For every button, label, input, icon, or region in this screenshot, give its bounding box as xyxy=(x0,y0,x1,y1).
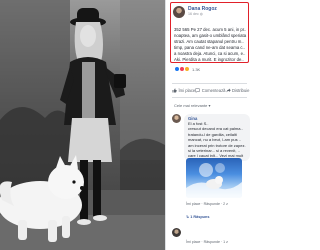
like-label: Îmi place xyxy=(178,88,196,93)
divider xyxy=(172,97,247,98)
post-time: 16 dec xyxy=(188,12,199,16)
post-action-bar: Îmi place Comentează Distribuie xyxy=(172,88,250,93)
comment: Gina El a fost S.. crescut decand era ca… xyxy=(172,114,250,161)
commenter-avatar[interactable] xyxy=(172,114,181,123)
post-timestamp[interactable]: 16 dec ◍ xyxy=(188,12,217,17)
comment-actions[interactable]: Îmi place · Răspunde · 1 z xyxy=(186,240,228,244)
post-photo[interactable] xyxy=(0,0,165,250)
comment-actions[interactable]: Îmi place · Răspunde · 2 z xyxy=(186,202,228,206)
commenter-avatar[interactable] xyxy=(172,228,181,237)
author-avatar[interactable] xyxy=(173,6,185,18)
photo-bw-woman-with-dog xyxy=(0,0,165,250)
image-thumbnail xyxy=(186,163,242,198)
comment xyxy=(172,228,181,237)
comment-text: El a fost S.. crescut decand era cat pal… xyxy=(188,121,246,159)
post-header: Dana Rogoz 16 dec ◍ xyxy=(173,6,217,18)
comment-image-attachment[interactable] xyxy=(186,158,242,198)
share-icon xyxy=(225,88,231,93)
comment-label: Comentează xyxy=(201,88,226,93)
comment-bubble: Gina El a fost S.. crescut decand era ca… xyxy=(184,114,250,161)
sad-reaction-icon xyxy=(184,66,190,72)
thumbs-up-icon xyxy=(172,88,177,93)
divider xyxy=(172,83,247,84)
comments-sort-dropdown[interactable]: Cele mai relevante ▾ xyxy=(174,103,210,108)
post-text-line: Aki. Pierdita a murit. E ingrozitor de.. xyxy=(174,57,244,62)
comment-button[interactable]: Comentează xyxy=(195,88,226,93)
facebook-post: Dana Rogoz 16 dec ◍ 352 565 Pe 27 dec. a… xyxy=(165,0,250,250)
reactions-summary[interactable]: 1.3K xyxy=(174,66,200,72)
share-button[interactable]: Distribuie xyxy=(225,88,250,93)
globe-icon: ◍ xyxy=(199,12,203,16)
view-replies-link[interactable]: ↳ 1 Răspuns xyxy=(186,214,209,219)
comment-icon xyxy=(195,88,201,93)
comment-text-line: mancat, nu a beut, l-am pus .. xyxy=(188,137,241,143)
like-button[interactable]: Îmi place xyxy=(172,88,195,93)
share-label: Distribuie xyxy=(232,88,250,93)
reactions-count: 1.3K xyxy=(192,66,201,72)
post-text: 352 565 Pe 27 dec. acum 5 ani, in pr.. n… xyxy=(174,27,247,63)
